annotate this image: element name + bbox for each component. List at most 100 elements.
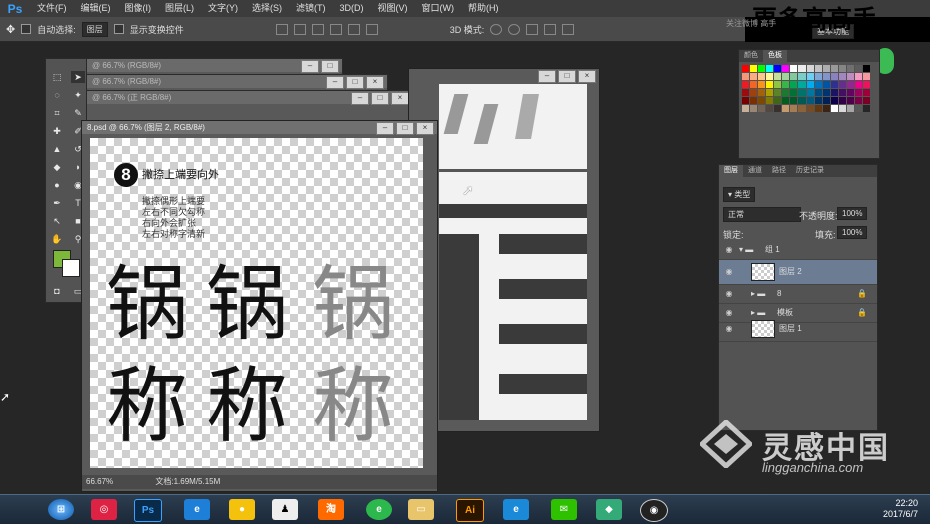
color-swatch[interactable] xyxy=(766,65,774,72)
hand-tool-icon[interactable]: ✋ xyxy=(50,233,64,245)
color-swatch[interactable] xyxy=(798,89,806,96)
tab-paths[interactable]: 路径 xyxy=(767,165,791,177)
color-swatch[interactable] xyxy=(862,81,870,88)
opacity-field[interactable]: 100% xyxy=(837,207,868,220)
layer-name[interactable]: 组 1 xyxy=(765,241,780,259)
3d-pan-icon[interactable] xyxy=(526,23,539,35)
color-swatch[interactable] xyxy=(766,97,774,104)
color-swatch[interactable] xyxy=(742,81,750,88)
color-swatch[interactable] xyxy=(838,105,846,112)
color-swatch[interactable] xyxy=(838,81,846,88)
close-icon[interactable]: × xyxy=(416,122,434,135)
eye-icon[interactable]: ◉ xyxy=(723,317,735,341)
maximize-icon[interactable]: □ xyxy=(558,70,576,83)
color-swatch[interactable] xyxy=(782,65,790,72)
zoomed-canvas[interactable] xyxy=(439,84,587,420)
path-select-icon[interactable]: ↖ xyxy=(50,215,64,227)
color-swatch[interactable] xyxy=(750,65,758,72)
color-swatch[interactable] xyxy=(814,81,822,88)
color-swatch[interactable] xyxy=(774,65,782,72)
color-swatch[interactable] xyxy=(766,73,774,80)
color-swatch[interactable] xyxy=(822,81,830,88)
move-tool-icon[interactable]: ✥ xyxy=(6,23,15,36)
layer-row-layer-1[interactable]: ◉ 图层 1 xyxy=(719,317,877,342)
color-swatch[interactable] xyxy=(790,65,798,72)
maximize-icon[interactable]: □ xyxy=(346,76,364,89)
app-photoshop-icon[interactable]: Ps xyxy=(134,499,162,522)
color-swatch[interactable] xyxy=(830,73,838,80)
eraser-tool-icon[interactable]: ◆ xyxy=(50,161,64,173)
app-game-icon[interactable]: ◆ xyxy=(596,499,622,520)
menu-window[interactable]: 窗口(W) xyxy=(415,0,462,17)
color-swatch[interactable] xyxy=(862,97,870,104)
color-swatch[interactable] xyxy=(822,65,830,72)
minimize-icon[interactable]: – xyxy=(538,70,556,83)
doc-info[interactable]: 文档:1.69M/5.15M xyxy=(155,477,220,486)
color-swatch[interactable] xyxy=(830,89,838,96)
color-swatch[interactable] xyxy=(854,65,862,72)
color-swatch[interactable] xyxy=(806,73,814,80)
layer-name[interactable]: 图层 1 xyxy=(779,317,802,341)
color-swatch[interactable] xyxy=(830,81,838,88)
show-transform-checkbox[interactable] xyxy=(113,24,124,34)
color-swatch[interactable] xyxy=(830,105,838,112)
3d-slide-icon[interactable] xyxy=(544,23,557,35)
menu-3d[interactable]: 3D(D) xyxy=(333,0,371,17)
maximize-icon[interactable]: □ xyxy=(321,60,339,73)
color-swatch[interactable] xyxy=(742,73,750,80)
app-illustrator-icon[interactable]: Ai xyxy=(456,499,484,522)
3d-scale-icon[interactable] xyxy=(562,23,575,35)
tab-layers[interactable]: 图层 xyxy=(719,165,743,177)
color-swatch[interactable] xyxy=(814,89,822,96)
color-swatch[interactable] xyxy=(798,81,806,88)
app-360browser-icon[interactable]: e xyxy=(366,499,392,520)
color-swatch[interactable] xyxy=(854,89,862,96)
stamp-tool-icon[interactable]: ▲ xyxy=(50,143,64,155)
color-swatch[interactable] xyxy=(838,73,846,80)
color-swatch[interactable] xyxy=(846,65,854,72)
color-swatch[interactable] xyxy=(862,65,870,72)
color-swatch[interactable] xyxy=(830,65,838,72)
color-swatch[interactable] xyxy=(798,97,806,104)
color-swatch[interactable] xyxy=(790,105,798,112)
color-swatch[interactable] xyxy=(838,97,846,104)
color-swatch[interactable] xyxy=(782,73,790,80)
color-swatch[interactable] xyxy=(798,65,806,72)
menu-file[interactable]: 文件(F) xyxy=(30,0,74,17)
color-swatch[interactable] xyxy=(854,73,862,80)
main-document-window[interactable]: 8.psd @ 66.7% (图层 2, RGB/8#) – □ × 8 撇捺上端要… xyxy=(81,120,438,492)
app-ie-icon[interactable]: e xyxy=(184,499,210,520)
color-swatch[interactable] xyxy=(846,81,854,88)
color-swatch[interactable] xyxy=(790,81,798,88)
menu-edit[interactable]: 编辑(E) xyxy=(74,0,118,17)
tab-swatches[interactable]: 色板 xyxy=(763,50,787,62)
color-swatch[interactable] xyxy=(758,89,766,96)
color-swatch[interactable] xyxy=(814,97,822,104)
color-swatch[interactable] xyxy=(814,73,822,80)
close-icon[interactable]: × xyxy=(578,70,596,83)
color-swatch[interactable] xyxy=(774,97,782,104)
tab-history[interactable]: 历史记录 xyxy=(791,165,829,177)
app-ie2-icon[interactable]: e xyxy=(503,499,529,520)
fill-field[interactable]: 100% xyxy=(837,226,868,239)
lasso-tool-icon[interactable]: ◌ xyxy=(50,89,64,101)
3d-rotate-icon[interactable] xyxy=(490,23,503,35)
color-swatch[interactable] xyxy=(766,105,774,112)
color-swatch[interactable] xyxy=(742,89,750,96)
layer-name[interactable]: 8 xyxy=(777,285,781,303)
align-right-icon[interactable] xyxy=(365,23,378,35)
app-tool-icon[interactable]: ● xyxy=(229,499,255,520)
color-swatch[interactable] xyxy=(862,73,870,80)
minimize-icon[interactable]: – xyxy=(376,122,394,135)
color-swatch[interactable] xyxy=(750,73,758,80)
color-swatch[interactable] xyxy=(814,105,822,112)
color-swatch[interactable] xyxy=(742,97,750,104)
minimize-icon[interactable]: – xyxy=(351,92,369,105)
align-top-icon[interactable] xyxy=(275,23,288,35)
color-swatch[interactable] xyxy=(846,97,854,104)
3d-roll-icon[interactable] xyxy=(508,23,521,35)
color-swatch[interactable] xyxy=(806,89,814,96)
color-swatch[interactable] xyxy=(806,105,814,112)
quick-mask-icon[interactable]: ◘ xyxy=(50,285,64,297)
color-swatch[interactable] xyxy=(750,97,758,104)
